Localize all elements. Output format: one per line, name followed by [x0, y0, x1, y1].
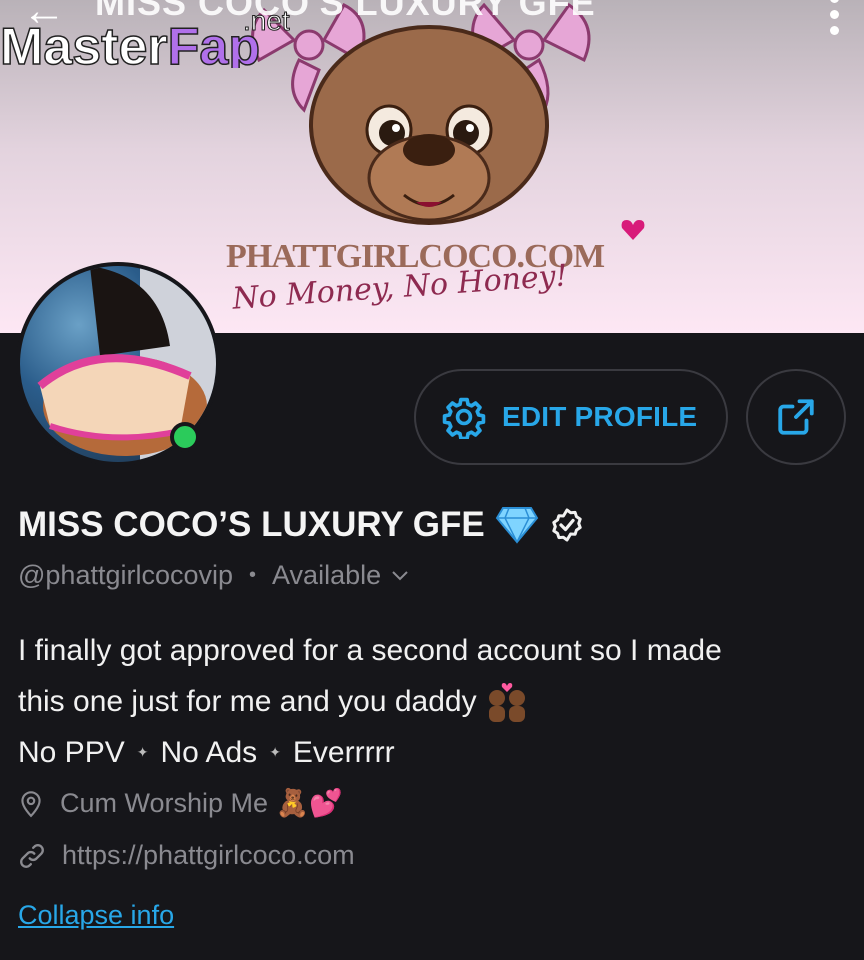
- couple-emoji-icon: [488, 682, 525, 722]
- edit-profile-button[interactable]: EDIT PROFILE: [414, 369, 728, 465]
- bio-line-2: this one just for me and you daddy: [18, 685, 477, 718]
- online-status-indicator: [170, 422, 200, 452]
- availability-status[interactable]: Available: [272, 560, 381, 591]
- location-pin-icon: [21, 791, 41, 818]
- share-button[interactable]: [746, 369, 846, 465]
- chevron-down-icon[interactable]: [391, 570, 409, 582]
- username-handle: @phattgirlcocovip: [18, 560, 234, 590]
- link-icon: [20, 843, 44, 868]
- location-text: Cum Worship Me 🧸💕: [60, 788, 343, 818]
- profile-bio: I finally got approved for a second acco…: [18, 625, 848, 778]
- bio-tag: No PPV: [18, 736, 125, 769]
- profile-name: MISS COCO’S LUXURY GFE: [18, 505, 585, 545]
- bio-tag: No Ads: [160, 736, 258, 769]
- website-row: https://phattgirlcoco.com: [18, 840, 355, 871]
- edit-profile-label: EDIT PROFILE: [502, 401, 698, 432]
- diamond-icon: [495, 507, 538, 544]
- bio-line-1: I finally got approved for a second acco…: [18, 634, 722, 667]
- handle-row: @phattgirlcocovip • Available: [18, 560, 409, 591]
- svg-text:MasterFap: MasterFap: [0, 18, 260, 68]
- gear-icon: [442, 397, 486, 439]
- verified-badge-icon: [552, 508, 582, 542]
- kebab-menu-icon[interactable]: [824, 0, 844, 42]
- collapse-info-link[interactable]: Collapse info: [18, 900, 174, 931]
- share-icon: [778, 399, 814, 435]
- bio-tag: Everrrrr: [292, 736, 395, 769]
- watermark-logo: .net MasterFap: [0, 6, 290, 68]
- profile-name-text: MISS COCO’S LUXURY GFE: [18, 505, 485, 544]
- bio-tags: No PPV ✦ No Ads ✦ Everrrrr: [18, 727, 848, 778]
- website-link[interactable]: https://phattgirlcoco.com: [62, 840, 355, 871]
- heart-icon: [621, 220, 645, 240]
- location-row: Cum Worship Me 🧸💕: [18, 787, 343, 819]
